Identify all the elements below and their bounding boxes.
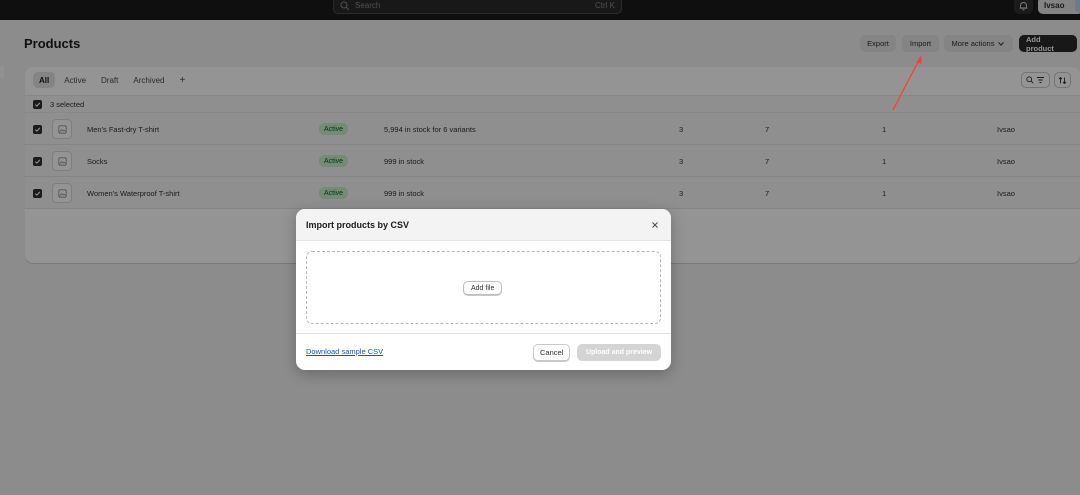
close-button[interactable]: [649, 219, 661, 231]
cancel-button[interactable]: Cancel: [533, 344, 571, 361]
modal-title: Import products by CSV: [306, 220, 410, 230]
download-sample-csv-link[interactable]: Download sample CSV: [306, 347, 383, 356]
file-dropzone[interactable]: Add file: [306, 251, 661, 324]
add-file-button[interactable]: Add file: [463, 281, 503, 295]
close-icon: [652, 222, 658, 228]
upload-and-preview-button[interactable]: Upload and preview: [577, 344, 661, 361]
modal-header: Import products by CSV: [296, 209, 671, 241]
modal-footer: Download sample CSV Cancel Upload and pr…: [296, 333, 671, 370]
import-csv-modal: Import products by CSV Add file Download…: [296, 209, 671, 370]
